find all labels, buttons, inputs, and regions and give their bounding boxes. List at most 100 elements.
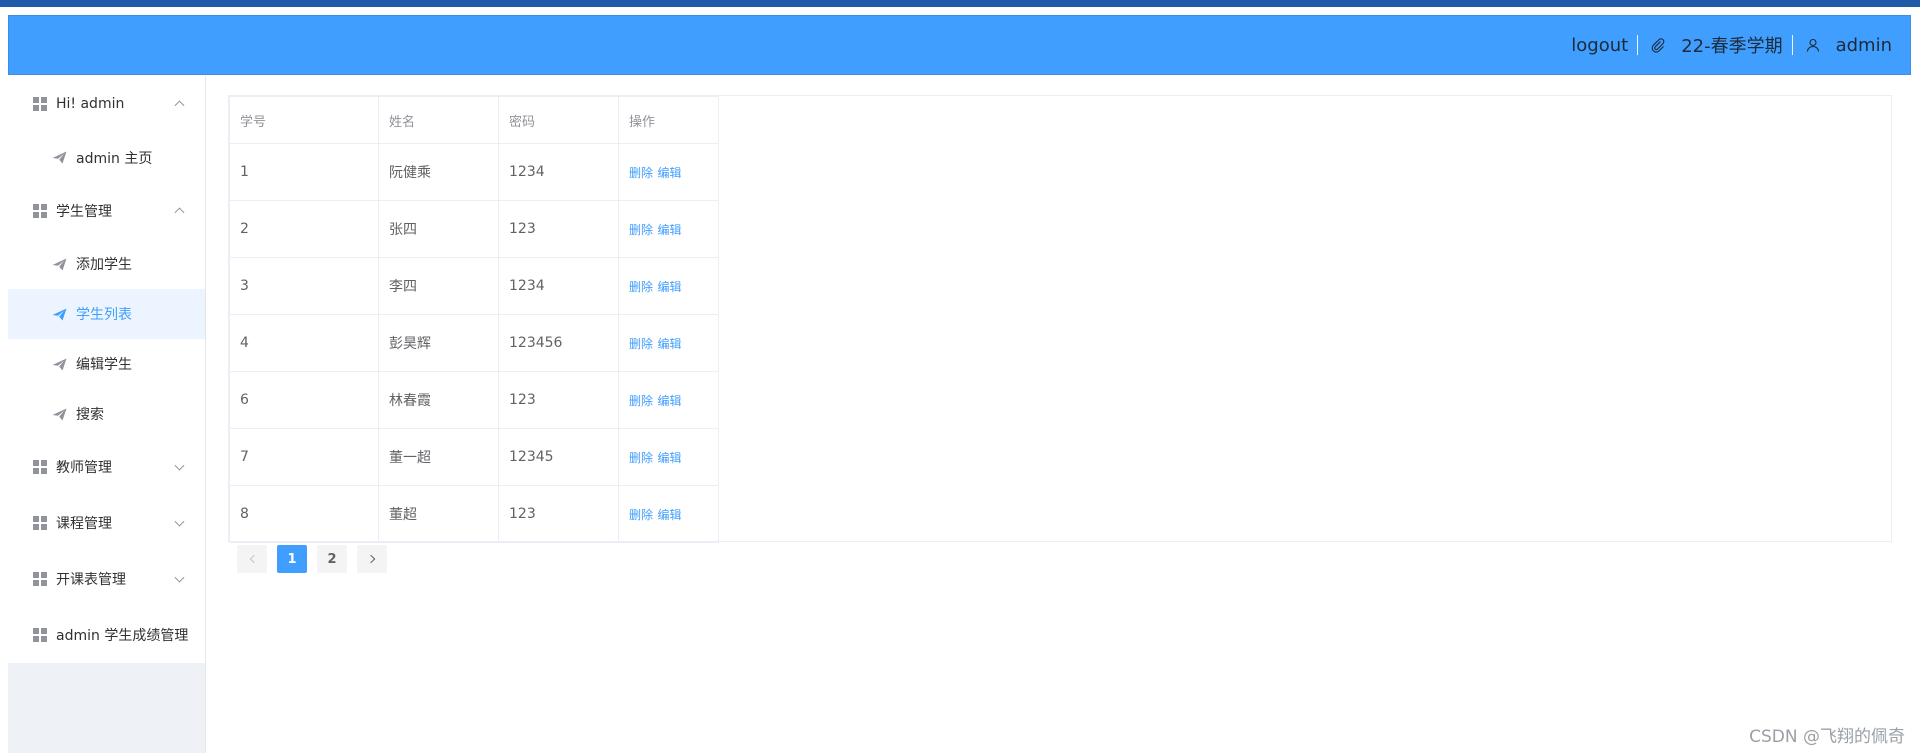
column-header-student-id: 学号 [229, 96, 379, 144]
cell-password: 123456 [498, 314, 619, 372]
chevron-down-icon [174, 460, 185, 471]
sidebar-menu: Hi! admin admin 主页 学生管理 添加学生 学生列表 编辑学生 搜… [8, 76, 205, 663]
page-button-2[interactable]: 2 [317, 545, 347, 573]
paper-plane-icon [52, 258, 67, 270]
table-header-row: 学号 姓名 密码 操作 [229, 96, 719, 144]
logout-link[interactable]: logout [1571, 35, 1628, 56]
menu-group-student-management[interactable]: 学生管理 [8, 183, 205, 239]
cell-actions: 删除 编辑 [618, 143, 719, 201]
menu-group-label: 学生管理 [56, 204, 112, 220]
menu-item-search[interactable]: 搜索 [8, 389, 205, 439]
paper-plane-icon [52, 151, 67, 164]
edit-link[interactable]: 编辑 [657, 166, 681, 180]
cell-student-id: 8 [229, 485, 379, 543]
table-row: 1 阮健乘 1234 删除 编辑 [229, 143, 719, 201]
cell-password: 123 [498, 200, 619, 258]
menu-item-admin-home[interactable]: admin 主页 [8, 132, 205, 183]
menu-group-label: admin 学生成绩管理 [56, 628, 189, 644]
edit-link[interactable]: 编辑 [657, 280, 681, 294]
chevron-up-icon [174, 100, 185, 111]
cell-actions: 删除 编辑 [618, 314, 719, 372]
menu-item-label: 学生列表 [76, 307, 132, 323]
delete-link[interactable]: 删除 [629, 280, 653, 294]
paper-plane-icon [52, 408, 67, 420]
menu-item-label: admin 主页 [76, 150, 153, 167]
cell-actions: 删除 编辑 [618, 485, 719, 543]
user-name[interactable]: admin [1836, 35, 1892, 56]
cell-student-id: 7 [229, 428, 379, 486]
cell-name: 李四 [378, 257, 499, 315]
cell-name: 阮健乘 [378, 143, 499, 201]
menu-grid-icon [33, 460, 47, 474]
cell-name: 张四 [378, 200, 499, 258]
cell-actions: 删除 编辑 [618, 200, 719, 258]
menu-group-label: 教师管理 [56, 460, 112, 476]
cell-student-id: 1 [229, 143, 379, 201]
edit-link[interactable]: 编辑 [657, 337, 681, 351]
next-page-button[interactable] [357, 545, 387, 573]
student-table: 学号 姓名 密码 操作 1 阮健乘 1234 删除 编辑 2 张四 123 删除… [229, 96, 719, 543]
paperclip-icon [1649, 36, 1667, 54]
column-header-password: 密码 [498, 96, 619, 144]
edit-link[interactable]: 编辑 [657, 223, 681, 237]
prev-page-button[interactable] [237, 545, 267, 573]
menu-item-student-list[interactable]: 学生列表 [8, 289, 205, 339]
menu-group-grade-management[interactable]: admin 学生成绩管理 [8, 607, 205, 663]
paper-plane-icon [52, 358, 67, 370]
paper-plane-icon [52, 308, 67, 320]
header-divider [1791, 35, 1793, 55]
menu-group-label: Hi! admin [56, 96, 125, 112]
top-accent-strip [0, 0, 1920, 7]
cell-name: 彭昊辉 [378, 314, 499, 372]
edit-link[interactable]: 编辑 [657, 508, 681, 522]
user-icon [1804, 36, 1822, 54]
delete-link[interactable]: 删除 [629, 337, 653, 351]
cell-password: 123 [498, 371, 619, 429]
page-button-1[interactable]: 1 [277, 545, 307, 573]
edit-link[interactable]: 编辑 [657, 451, 681, 465]
header-divider [1637, 35, 1639, 55]
semester-label: 22-春季学期 [1681, 36, 1783, 57]
menu-item-label: 搜索 [76, 407, 104, 423]
cell-password: 1234 [498, 143, 619, 201]
cell-student-id: 3 [229, 257, 379, 315]
column-header-actions: 操作 [618, 96, 719, 144]
menu-group-course-management[interactable]: 课程管理 [8, 495, 205, 551]
column-header-name: 姓名 [378, 96, 499, 144]
cell-actions: 删除 编辑 [618, 257, 719, 315]
menu-group-hi-admin[interactable]: Hi! admin [8, 76, 205, 132]
menu-item-label: 添加学生 [76, 257, 132, 273]
delete-link[interactable]: 删除 [629, 508, 653, 522]
student-table-panel: 学号 姓名 密码 操作 1 阮健乘 1234 删除 编辑 2 张四 123 删除… [228, 95, 1892, 543]
cell-name: 董超 [378, 485, 499, 543]
cell-password: 1234 [498, 257, 619, 315]
top-header: logout 22-春季学期 admin [8, 15, 1911, 75]
cell-name: 林春霞 [378, 371, 499, 429]
cell-name: 董一超 [378, 428, 499, 486]
chevron-down-icon [174, 516, 185, 527]
menu-grid-icon [33, 97, 47, 111]
delete-link[interactable]: 删除 [629, 166, 653, 180]
watermark: CSDN @飞翔的佩奇 [1749, 727, 1905, 747]
cell-password: 12345 [498, 428, 619, 486]
sidebar: Hi! admin admin 主页 学生管理 添加学生 学生列表 编辑学生 搜… [8, 76, 206, 753]
table-row: 6 林春霞 123 删除 编辑 [229, 371, 719, 429]
menu-item-add-student[interactable]: 添加学生 [8, 239, 205, 289]
menu-group-teacher-management[interactable]: 教师管理 [8, 439, 205, 495]
menu-grid-icon [33, 572, 47, 586]
delete-link[interactable]: 删除 [629, 394, 653, 408]
edit-link[interactable]: 编辑 [657, 394, 681, 408]
cell-student-id: 2 [229, 200, 379, 258]
cell-actions: 删除 编辑 [618, 428, 719, 486]
cell-actions: 删除 编辑 [618, 371, 719, 429]
delete-link[interactable]: 删除 [629, 223, 653, 237]
menu-grid-icon [33, 516, 47, 530]
delete-link[interactable]: 删除 [629, 451, 653, 465]
chevron-left-icon [249, 554, 258, 564]
cell-password: 123 [498, 485, 619, 543]
menu-group-class-schedule-management[interactable]: 开课表管理 [8, 551, 205, 607]
pagination: 1 2 [237, 545, 387, 573]
menu-item-edit-student[interactable]: 编辑学生 [8, 339, 205, 389]
chevron-up-icon [174, 207, 185, 218]
chevron-right-icon [366, 554, 375, 564]
